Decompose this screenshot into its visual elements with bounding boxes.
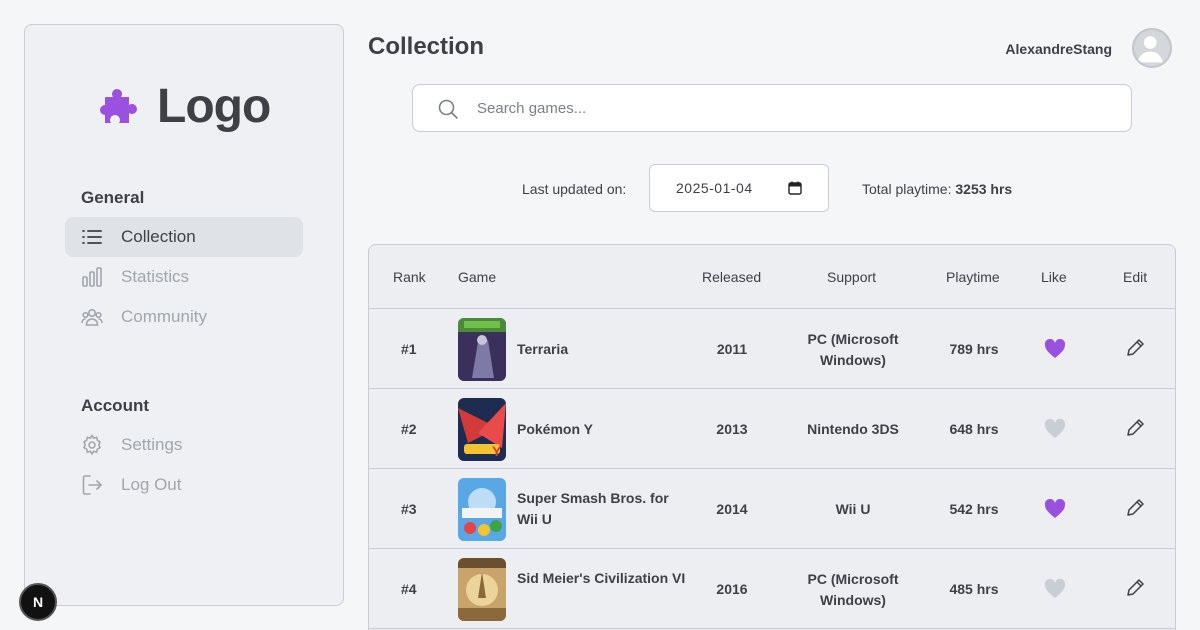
puzzle-piece-icon xyxy=(95,85,139,129)
date-input[interactable]: 2025-01-04 xyxy=(649,164,829,212)
game-name[interactable]: Super Smash Bros. for Wii U xyxy=(517,488,687,530)
column-header-like: Like xyxy=(1041,269,1067,285)
calendar-icon[interactable] xyxy=(788,181,802,195)
svg-text:Y: Y xyxy=(492,443,502,459)
pencil-icon[interactable] xyxy=(1124,337,1146,359)
avatar[interactable] xyxy=(1132,28,1172,68)
logout-icon xyxy=(81,474,103,496)
date-value: 2025-01-04 xyxy=(676,180,753,196)
sidebar-item-label: Collection xyxy=(121,227,196,246)
search-icon xyxy=(438,99,458,119)
heart-icon[interactable] xyxy=(1044,579,1066,599)
game-cover-image xyxy=(458,318,506,381)
support-cell: Nintendo 3DS xyxy=(807,421,899,437)
playtime-cell: 485 hrs xyxy=(949,581,999,597)
table-header: Rank Game Released Support Playtime Like… xyxy=(369,245,1175,309)
game-cover-image xyxy=(458,478,506,541)
heart-icon[interactable] xyxy=(1044,419,1066,439)
total-playtime: Total playtime: 3253 hrs xyxy=(862,181,1012,197)
playtime-cell: 648 hrs xyxy=(949,421,999,437)
general-section-title: General xyxy=(81,188,145,207)
total-playtime-value: 3253 hrs xyxy=(955,181,1013,197)
playtime-cell: 542 hrs xyxy=(949,501,999,517)
users-icon xyxy=(81,306,103,328)
game-name[interactable]: Pokémon Y xyxy=(517,419,687,440)
sidebar-item-label: Settings xyxy=(121,435,183,454)
badge-letter: N xyxy=(32,594,44,610)
column-header-edit: Edit xyxy=(1123,269,1148,285)
search-input[interactable] xyxy=(477,85,1117,131)
column-header-playtime[interactable]: Playtime xyxy=(946,269,1000,285)
pencil-icon[interactable] xyxy=(1124,577,1146,599)
sidebar-item-community[interactable]: Community xyxy=(65,297,303,337)
logo[interactable]: Logo xyxy=(95,79,271,135)
game-name[interactable]: Sid Meier's Civilization VI xyxy=(517,568,687,589)
released-cell: 2016 xyxy=(716,581,748,597)
support-cell: PC (Microsoft Windows) xyxy=(807,571,899,608)
logo-text: Logo xyxy=(157,80,271,133)
heart-icon[interactable] xyxy=(1044,339,1066,359)
column-header-rank[interactable]: Rank xyxy=(393,269,426,285)
game-cover-image: Y xyxy=(458,398,506,461)
sidebar-item-label: Log Out xyxy=(121,475,182,494)
dev-tools-badge[interactable]: N xyxy=(19,583,57,621)
pencil-icon[interactable] xyxy=(1124,417,1146,439)
rank-cell: #2 xyxy=(401,421,417,437)
column-header-game[interactable]: Game xyxy=(458,269,496,285)
game-name[interactable]: Terraria xyxy=(517,339,687,360)
sidebar-item-settings[interactable]: Settings xyxy=(65,425,303,465)
table-row[interactable]: #1 Terraria 2011 PC (Microsoft Windows) … xyxy=(369,309,1175,389)
games-table: Rank Game Released Support Playtime Like… xyxy=(368,244,1176,630)
table-row[interactable]: #4 Sid Meier's Civilization VI 2016 PC (… xyxy=(369,549,1175,629)
released-cell: 2011 xyxy=(716,341,748,357)
username[interactable]: AlexandreStang xyxy=(1005,41,1112,57)
sidebar-item-collection[interactable]: Collection xyxy=(65,217,303,257)
page-title: Collection xyxy=(368,33,485,60)
released-cell: 2014 xyxy=(716,501,748,517)
column-header-support[interactable]: Support xyxy=(827,269,876,285)
support-cell: Wii U xyxy=(835,501,871,517)
rank-cell: #4 xyxy=(401,581,417,597)
gear-icon xyxy=(81,434,103,456)
support-cell: PC (Microsoft Windows) xyxy=(807,331,899,368)
rank-cell: #1 xyxy=(401,341,417,357)
total-playtime-label: Total playtime: xyxy=(862,181,952,197)
search-bar[interactable] xyxy=(412,84,1132,132)
rank-cell: #3 xyxy=(401,501,417,517)
released-cell: 2013 xyxy=(716,421,748,437)
sidebar: Logo General Collection Statistics Commu… xyxy=(24,24,344,606)
heart-icon[interactable] xyxy=(1044,499,1066,519)
pencil-icon[interactable] xyxy=(1124,497,1146,519)
column-header-released[interactable]: Released xyxy=(702,269,761,285)
sidebar-item-statistics[interactable]: Statistics xyxy=(65,257,303,297)
list-icon xyxy=(81,226,103,248)
playtime-cell: 789 hrs xyxy=(949,341,999,357)
table-row[interactable]: #2 Y Pokémon Y 2013 Nintendo 3DS 648 hrs xyxy=(369,389,1175,469)
table-row[interactable]: #3 Super Smash Bros. for Wii U 2014 Wii … xyxy=(369,469,1175,549)
account-section-title: Account xyxy=(81,396,149,415)
game-cover-image xyxy=(458,558,506,621)
sidebar-item-logout[interactable]: Log Out xyxy=(65,465,303,505)
last-updated-label: Last updated on: xyxy=(522,181,627,197)
sidebar-item-label: Community xyxy=(121,307,207,326)
sidebar-item-label: Statistics xyxy=(121,267,190,286)
bar-chart-icon xyxy=(81,266,103,288)
user-avatar-icon xyxy=(1137,36,1163,63)
